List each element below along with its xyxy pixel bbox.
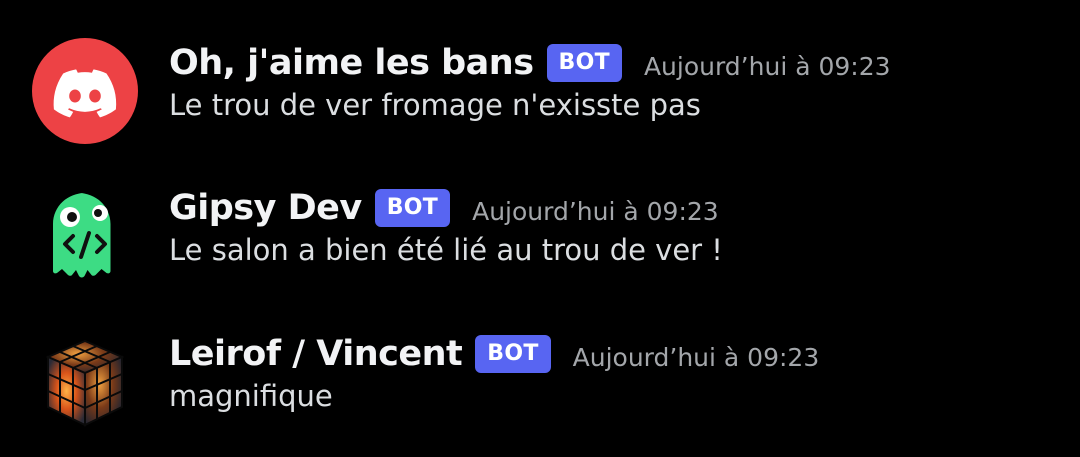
timestamp: Aujourd’hui à 09:23 bbox=[472, 196, 719, 226]
message: Gipsy Dev BOT Aujourd’hui à 09:23 Le sal… bbox=[0, 183, 1080, 303]
message-header: Leirof / Vincent BOT Aujourd’hui à 09:23 bbox=[169, 331, 819, 377]
username[interactable]: Leirof / Vincent bbox=[169, 334, 463, 374]
fire-cube-icon bbox=[45, 339, 125, 427]
bot-badge: BOT bbox=[475, 335, 551, 373]
discord-logo-icon bbox=[53, 69, 117, 118]
bot-badge: BOT bbox=[374, 189, 451, 227]
message-list: Oh, j'aime les bans BOT Aujourd’hui à 09… bbox=[0, 0, 1080, 457]
username[interactable]: Oh, j'aime les bans bbox=[169, 43, 534, 83]
bot-badge: BOT bbox=[546, 44, 622, 82]
message-content: magnifique bbox=[169, 379, 333, 413]
message-content: Le trou de ver fromage n'exisste pas bbox=[169, 88, 701, 122]
timestamp: Aujourd’hui à 09:23 bbox=[572, 342, 820, 372]
avatar[interactable] bbox=[32, 183, 138, 289]
message: Oh, j'aime les bans BOT Aujourd’hui à 09… bbox=[0, 38, 1080, 158]
message-header: Oh, j'aime les bans BOT Aujourd’hui à 09… bbox=[169, 40, 891, 86]
message: Leirof / Vincent BOT Aujourd’hui à 09:23… bbox=[0, 329, 1080, 449]
message-content: Le salon a bien été lié au trou de ver ! bbox=[169, 233, 723, 267]
message-header: Gipsy Dev BOT Aujourd’hui à 09:23 bbox=[169, 185, 719, 231]
username[interactable]: Gipsy Dev bbox=[169, 188, 362, 228]
avatar[interactable] bbox=[32, 38, 138, 144]
timestamp: Aujourd’hui à 09:23 bbox=[643, 51, 891, 81]
avatar[interactable] bbox=[32, 329, 138, 435]
ghost-code-icon bbox=[53, 193, 111, 278]
